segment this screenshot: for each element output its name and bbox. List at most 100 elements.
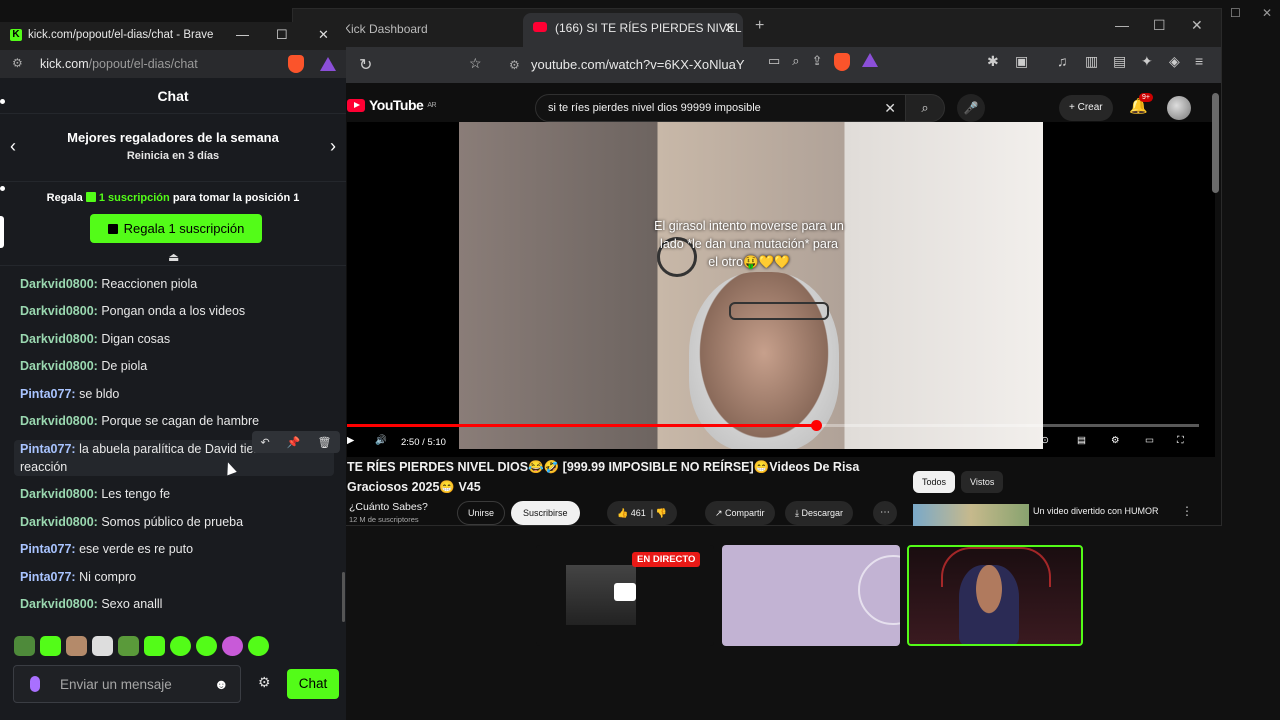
kick-brave-shields-icon[interactable]	[288, 55, 304, 73]
chat-message[interactable]: Pinta077: se bldo	[20, 385, 320, 403]
settings-gear-icon[interactable]: ⚙	[1111, 435, 1120, 446]
recommended-title[interactable]: Un video divertido con HUMOR	[1033, 506, 1159, 516]
chat-username[interactable]: Pinta077:	[20, 542, 76, 556]
chat-username[interactable]: Darkvid0800:	[20, 304, 98, 318]
kick-minimize-icon[interactable]: —	[236, 27, 249, 42]
video-player[interactable]: El girasol intento moverse para un lado …	[347, 122, 1215, 457]
stream-thumbnail-webcam[interactable]	[907, 545, 1083, 646]
pin-icon[interactable]: 📌	[287, 436, 301, 449]
clear-search-icon[interactable]: ✕	[884, 95, 896, 121]
emote-skull-icon[interactable]	[222, 636, 243, 656]
menu-icon[interactable]: ≡	[1195, 53, 1203, 69]
chat-message[interactable]: Darkvid0800: Somos público de prueba	[20, 513, 320, 531]
chip-all[interactable]: Todos	[913, 471, 956, 493]
sidebar-icon[interactable]: ▥	[1085, 53, 1098, 70]
more-options-icon[interactable]: ⋮	[1181, 504, 1193, 518]
chat-message[interactable]: Darkvid0800: Digan cosas	[20, 330, 320, 348]
chat-username[interactable]: Darkvid0800:	[20, 332, 98, 346]
vpn-icon[interactable]: ◈	[1169, 53, 1180, 70]
emote-pepe-icon[interactable]	[14, 636, 35, 656]
chat-message[interactable]: Darkvid0800: Les tengo fe	[20, 485, 320, 503]
emote-laugh-icon[interactable]	[196, 636, 217, 656]
subtitles-icon[interactable]: ▤	[1077, 435, 1086, 446]
kick-address-bar[interactable]: ⚙ kick.com/popout/el-dias/chat	[0, 50, 346, 78]
chip-watched[interactable]: Vistos	[961, 471, 1004, 493]
more-actions-icon[interactable]: ⋯	[873, 501, 897, 525]
emote-box-icon[interactable]	[144, 636, 165, 656]
kick-site-info-icon[interactable]: ⚙	[12, 56, 23, 70]
stream-thumbnail-purple[interactable]	[722, 545, 900, 646]
chat-message[interactable]: Darkvid0800: Sexo analll	[20, 595, 320, 613]
chat-message-input[interactable]: Enviar un mensaje ☻	[13, 665, 241, 703]
play-pause-icon[interactable]: ▶	[347, 435, 354, 446]
chat-settings-icon[interactable]: ⚙	[258, 674, 271, 691]
close-window-icon[interactable]: ✕	[1191, 17, 1203, 34]
emoji-picker-icon[interactable]: ☻	[214, 676, 229, 692]
screenshot-icon[interactable]: ▣	[1015, 53, 1028, 70]
chat-username[interactable]: Darkvid0800:	[20, 597, 98, 611]
emote-cat-icon[interactable]	[66, 636, 87, 656]
kick-maximize-icon[interactable]: ☐	[276, 27, 288, 43]
account-avatar[interactable]	[1167, 96, 1191, 120]
chat-username[interactable]: Pinta077:	[20, 387, 76, 401]
channel-name[interactable]: ¿Cuánto Sabes?	[349, 501, 428, 513]
kick-brave-rewards-icon[interactable]	[320, 57, 336, 71]
search-button[interactable]: ⌕	[905, 94, 945, 122]
maximize-icon[interactable]: ☐	[1153, 17, 1166, 34]
notifications-bell-icon[interactable]: 🔔 9+	[1129, 93, 1153, 115]
collapse-icon[interactable]: ⏏	[168, 250, 179, 264]
emote-grin-icon[interactable]	[248, 636, 269, 656]
gift-subscription-button[interactable]: Regala 1 suscripción	[90, 214, 262, 243]
new-tab-icon[interactable]: +	[755, 17, 764, 35]
page-scrollbar[interactable]	[1212, 93, 1219, 193]
share-icon[interactable]: ⇪	[812, 53, 823, 71]
chat-username[interactable]: Pinta077:	[20, 442, 76, 456]
cast-icon[interactable]: ▭	[768, 53, 780, 71]
share-button[interactable]: ↗ Compartir	[705, 501, 775, 525]
fullscreen-icon[interactable]: ⛶	[1177, 435, 1184, 446]
volume-icon[interactable]: 🔊	[375, 435, 387, 446]
media-icon[interactable]: ♫	[1057, 53, 1068, 69]
chat-username[interactable]: Darkvid0800:	[20, 414, 98, 428]
reply-icon[interactable]: ↶	[261, 436, 270, 449]
reload-icon[interactable]: ↻	[359, 55, 372, 75]
emote-kick-icon[interactable]	[40, 636, 61, 656]
dislike-icon[interactable]: | 👎	[646, 508, 667, 518]
video-frame[interactable]: El girasol intento moverse para un lado …	[459, 122, 1043, 449]
leo-icon[interactable]: ✦	[1141, 53, 1153, 70]
minimize-icon[interactable]: —	[1115, 17, 1129, 33]
emote-dance-icon[interactable]	[92, 636, 113, 656]
wallet-icon[interactable]: ▤	[1113, 53, 1126, 70]
brave-shields-icon[interactable]	[834, 53, 851, 71]
background-window-close-icon[interactable]: ✕	[1262, 6, 1272, 20]
chat-username[interactable]: Pinta077:	[20, 570, 76, 584]
kick-close-icon[interactable]: ✕	[318, 27, 329, 43]
extensions-icon[interactable]: ✱	[987, 53, 999, 70]
like-button[interactable]: 👍 461 | 👎	[607, 501, 677, 525]
stream-thumbnail-live[interactable]: EN DIRECTO	[536, 545, 714, 646]
download-button[interactable]: ⤓ Descargar	[785, 501, 853, 525]
subscribe-button[interactable]: Suscribirse	[511, 501, 580, 525]
tab-youtube-video[interactable]: (166) SI TE RÍES PIERDES NIVEL DI ✕	[523, 13, 743, 47]
youtube-logo[interactable]: YouTube AR	[347, 97, 437, 113]
site-info-icon[interactable]: ⚙	[509, 52, 520, 78]
chat-username[interactable]: Darkvid0800:	[20, 359, 98, 373]
create-button[interactable]: + Crear	[1059, 95, 1113, 121]
theater-mode-icon[interactable]: ▭	[1145, 435, 1154, 446]
recommended-thumbnail[interactable]	[913, 504, 1029, 526]
mic-icon[interactable]	[30, 676, 40, 692]
autoplay-toggle[interactable]: ⊙	[1041, 435, 1049, 446]
emote-frog-icon[interactable]	[118, 636, 139, 656]
delete-icon[interactable]: 🗑	[318, 436, 332, 449]
progress-bar[interactable]	[347, 420, 1199, 431]
leaderboard-next-icon[interactable]: ›	[330, 136, 336, 157]
emote-smile-icon[interactable]	[170, 636, 191, 656]
chat-message[interactable]: Pinta077: Ni compro	[20, 568, 320, 586]
voice-search-icon[interactable]: 🎤	[957, 94, 985, 122]
zoom-icon[interactable]: ⌕	[792, 53, 799, 71]
chat-username[interactable]: Darkvid0800:	[20, 515, 98, 529]
chat-message[interactable]: Darkvid0800: De piola	[20, 357, 320, 375]
recommended-video[interactable]: Un video divertido con HUMOR ⋮	[913, 504, 1213, 526]
chat-username[interactable]: Darkvid0800:	[20, 487, 98, 501]
chat-message[interactable]: Darkvid0800: Reaccionen piola	[20, 275, 320, 293]
